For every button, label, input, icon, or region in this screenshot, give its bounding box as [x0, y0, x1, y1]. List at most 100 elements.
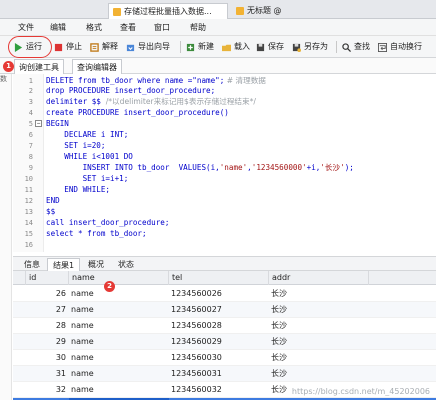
code-comment: # 清理数据	[224, 76, 266, 85]
cell-tel: 1234560032	[171, 385, 222, 394]
line-number: 13	[24, 208, 33, 216]
save-as-label: 另存为	[304, 42, 328, 51]
column-header-name[interactable]: name	[69, 271, 169, 285]
result-grid[interactable]: id name tel addr 26 name 1234560026 长沙 2…	[13, 271, 436, 400]
cell-id: 30	[55, 353, 66, 362]
cell-id: 27	[55, 305, 66, 314]
cell-tel: 1234560030	[171, 353, 222, 362]
save-as-button[interactable]: 另存为	[292, 40, 328, 54]
cell-tel: 1234560027	[171, 305, 222, 314]
menu-bar: 文件 编辑 格式 查看 窗口 帮助	[0, 19, 436, 36]
table-row[interactable]: 31 name 1234560031 长沙	[13, 366, 436, 382]
cell-addr: 长沙	[271, 385, 287, 394]
query-subtabs: 询创建工具 查询编辑器	[0, 58, 436, 74]
save-button[interactable]: 保存	[256, 40, 284, 54]
column-header-id[interactable]: id	[26, 271, 69, 285]
code-text: +i,	[306, 163, 321, 172]
export-wizard-label: 导出向导	[138, 42, 170, 51]
export-icon	[126, 44, 135, 52]
stop-label: 停止	[66, 42, 82, 51]
line-number: 1	[28, 77, 33, 85]
tab-info[interactable]: 信息	[19, 258, 45, 271]
line-number: 14	[24, 219, 33, 227]
cell-name: name	[71, 305, 94, 314]
menu-window[interactable]: 窗口	[154, 22, 170, 33]
auto-wrap-label: 自动换行	[390, 42, 422, 51]
cell-addr: 长沙	[271, 337, 287, 346]
cell-name: name	[71, 321, 94, 330]
column-header-tel[interactable]: tel	[169, 271, 269, 285]
cell-tel: 1234560028	[171, 321, 222, 330]
stop-button[interactable]: 停止	[54, 40, 82, 54]
menu-view[interactable]: 查看	[120, 22, 136, 33]
tab-untitled[interactable]: 无标题 @	[232, 3, 304, 19]
code-string: '1234560000'	[251, 163, 307, 172]
tab-label: 存储过程批量插入数据...	[124, 7, 212, 16]
code-line-3: delimiter $$ /*以delimiter来标记用$表示存储过程结束*/	[46, 97, 256, 107]
line-number: 2	[28, 87, 33, 95]
cell-addr: 长沙	[271, 353, 287, 362]
left-panel-edge: 计 数	[0, 58, 12, 400]
cell-name: name	[71, 289, 94, 298]
run-highlight-ring	[8, 36, 52, 58]
left-note: 数	[0, 75, 7, 83]
annotation-badge-1: 1	[3, 61, 14, 72]
line-number-gutter: 1 2 3 4 5 6 7 8 9 10 11 12 13 14 15 16 −	[13, 74, 44, 252]
menu-edit[interactable]: 编辑	[50, 22, 66, 33]
tab-status[interactable]: 状态	[113, 258, 139, 271]
menu-help[interactable]: 帮助	[190, 22, 206, 33]
explain-button[interactable]: 解释	[90, 40, 118, 54]
tab-result-1[interactable]: 结果1	[47, 258, 81, 271]
menu-file[interactable]: 文件	[18, 22, 34, 33]
code-line-2: drop PROCEDURE insert_door_procedure;	[46, 86, 216, 95]
line-number: 16	[24, 241, 33, 249]
code-line-1: DELETE from tb_door where name ="name"; …	[46, 76, 266, 86]
cell-id: 31	[55, 369, 66, 378]
table-row[interactable]: 26 name 1234560026 长沙	[13, 286, 436, 302]
new-button[interactable]: 新建	[186, 40, 214, 54]
line-number: 7	[28, 142, 33, 150]
code-line-8: WHILE i<1001 DO	[46, 152, 133, 161]
annotation-badge-2: 2	[104, 281, 115, 292]
toolbar-separator	[336, 41, 337, 53]
tab-label: 无标题 @	[247, 6, 282, 15]
sql-editor[interactable]: 1 2 3 4 5 6 7 8 9 10 11 12 13 14 15 16 −…	[13, 74, 436, 252]
tab-query-editor[interactable]: 查询编辑器	[72, 59, 122, 74]
table-row[interactable]: 28 name 1234560028 长沙	[13, 318, 436, 334]
word-wrap-icon	[378, 43, 387, 52]
table-row[interactable]: 30 name 1234560030 长沙	[13, 350, 436, 366]
code-line-9: INSERT INTO tb_door VALUES(i,'name','123…	[46, 163, 354, 173]
find-button[interactable]: 查找	[342, 40, 370, 54]
code-line-7: SET i=20;	[46, 141, 106, 150]
line-number: 11	[24, 186, 33, 194]
table-row[interactable]: 29 name 1234560029 长沙	[13, 334, 436, 350]
cell-addr: 长沙	[271, 289, 287, 298]
line-number: 9	[28, 164, 33, 172]
toolbar-separator	[180, 41, 181, 53]
code-text: INSERT INTO tb_door VALUES(i,	[46, 163, 220, 172]
auto-wrap-button[interactable]: 自动换行	[378, 40, 422, 54]
document-tab-bar: 存储过程批量插入数据... 无标题 @	[0, 0, 436, 19]
table-row[interactable]: 27 name 1234560027 长沙	[13, 302, 436, 318]
load-button[interactable]: 载入	[222, 40, 250, 54]
code-line-14: call insert_door_procedure;	[46, 218, 170, 227]
tab-query-builder[interactable]: 询创建工具	[14, 59, 64, 74]
tab-profile[interactable]: 概况	[83, 258, 109, 271]
code-line-15: select * from tb_door;	[46, 229, 147, 238]
save-icon	[256, 43, 265, 52]
cell-id: 32	[55, 385, 66, 394]
tab-stored-procedure[interactable]: 存储过程批量插入数据...	[108, 3, 228, 19]
code-string: 'name'	[219, 163, 248, 172]
export-wizard-button[interactable]: 导出向导	[126, 40, 170, 54]
column-header-addr[interactable]: addr	[269, 271, 369, 285]
cell-addr: 长沙	[271, 305, 287, 314]
menu-format[interactable]: 格式	[86, 22, 102, 33]
cell-addr: 长沙	[271, 369, 287, 378]
query-toolbar: 运行 停止 解释 导出向导 新建 载入 保存 另存为 查找 自动换行	[0, 36, 436, 58]
code-line-11: END WHILE;	[46, 185, 111, 194]
fold-toggle-icon[interactable]: −	[35, 120, 42, 127]
explain-icon	[90, 43, 99, 52]
cell-tel: 1234560031	[171, 369, 222, 378]
line-number: 12	[24, 197, 33, 205]
cell-name: name	[71, 337, 94, 346]
